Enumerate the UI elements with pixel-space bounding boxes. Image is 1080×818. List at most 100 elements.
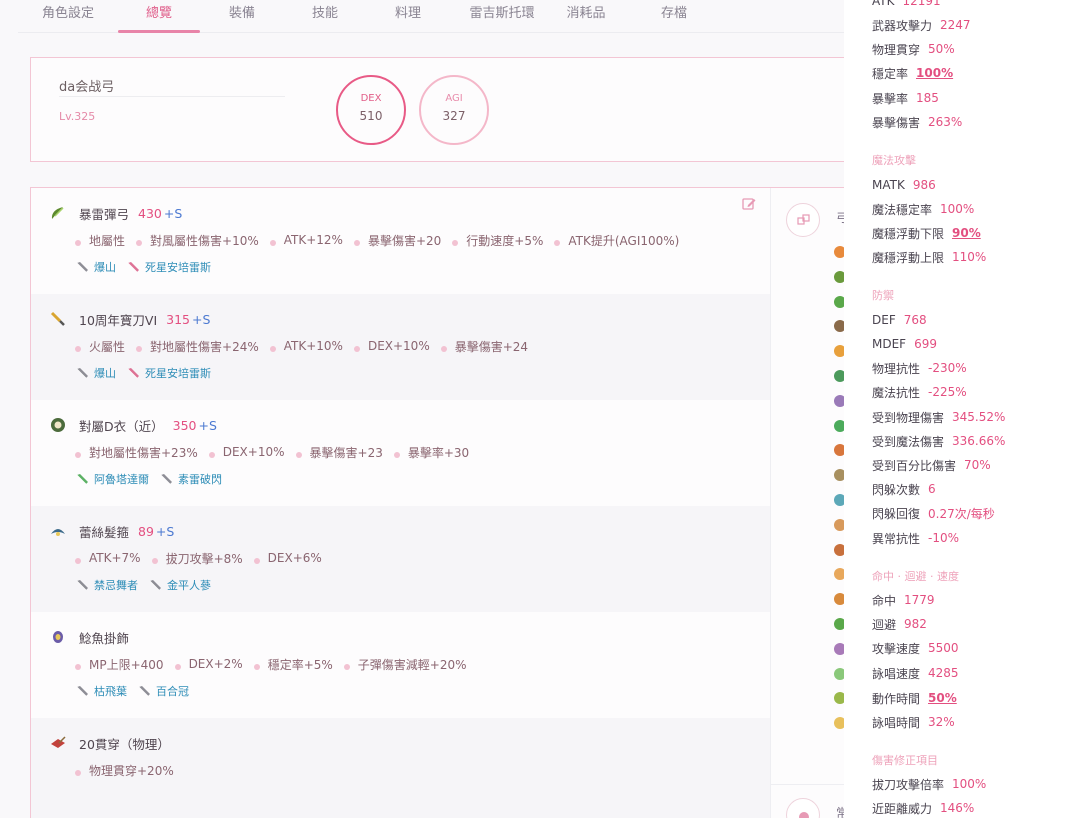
stat-row: 暴擊率 185 [872, 90, 939, 106]
stat-text: 行動速度+5% [466, 233, 544, 248]
crystal-tag[interactable]: 死星安培雷斯 [126, 259, 211, 275]
crystal-icon [76, 474, 88, 485]
stat-key: 穩定率 [872, 66, 909, 81]
stat-key: 攻擊速度 [872, 641, 921, 656]
tab-4[interactable]: 料理 [366, 0, 450, 32]
stat-text: 對地屬性傷害+23% [89, 445, 198, 460]
tab-3[interactable]: 技能 [284, 0, 366, 32]
bullet-dot [452, 240, 459, 246]
stat-key: 迴避 [872, 617, 897, 632]
crystal-tag[interactable]: 爆山 [75, 259, 116, 275]
stat-row: 魔穩浮動上限 110% [872, 249, 986, 265]
equipment-stat: 暴擊傷害+23 [295, 444, 383, 461]
tab-5[interactable]: 雷吉斯托環 [450, 0, 554, 32]
tab-6[interactable]: 消耗品 [554, 0, 618, 32]
stat-value[interactable]: 50% [928, 691, 957, 705]
fish-icon [53, 631, 63, 643]
equipment-item[interactable]: 對屬D衣（近） 350 +S 對地屬性傷害+23% DEX+10% 暴擊傷害+23 暴擊率+… [31, 400, 771, 506]
stat-key: 武器攻擊力 [872, 18, 933, 33]
agi-value: 327 [442, 109, 466, 123]
crystal-tag[interactable]: 阿魯塔達爾 [75, 471, 149, 487]
stat-row: 命中 1779 [872, 592, 935, 608]
stat-row: 攻擊速度 5500 [872, 640, 959, 656]
stat-text: DEX+6% [267, 551, 322, 565]
stat-row: ATK 12191 [872, 0, 941, 9]
tab-1[interactable]: 總覽 [118, 0, 200, 33]
equipment-stat: DEX+6% [253, 551, 322, 565]
tab-0[interactable]: 角色設定 [18, 0, 118, 32]
stat-value: 982 [904, 617, 927, 631]
stat-text: 物理貫穿+20% [89, 763, 174, 778]
stat-value: 100% [940, 202, 975, 216]
equipment-stat: 物理貫穿+20% [75, 762, 174, 779]
bullet-dot [253, 558, 260, 564]
equipment-item[interactable]: 暴雷彈弓 430 +S 地屬性 對風屬性傷害+10% ATK+12% 暴擊傷害+20 行動速度… [31, 188, 771, 294]
equipment-crystals: 禁忌舞者 金平人蔘 [49, 576, 771, 594]
equipment-refine: 350 [172, 417, 197, 433]
crystal-tag[interactable]: 枯飛葉 [75, 683, 127, 699]
stat-text: MP上限+400 [89, 657, 164, 672]
equipment-stat: 對地屬性傷害+24% [136, 338, 259, 355]
hairpin-icon [51, 529, 65, 536]
crystal-tag[interactable]: 死星安培雷斯 [126, 365, 211, 381]
stat-key: 魔法抗性 [872, 385, 921, 400]
crystal-name: 死星安培雷斯 [145, 261, 211, 274]
stat-row: 物理抗性 -230% [872, 360, 967, 376]
crystal-tag[interactable]: 爆山 [75, 365, 116, 381]
equipment-crystals: 阿魯塔達爾 素雷破閃 [49, 470, 771, 488]
apple-icon [799, 812, 809, 818]
stat-value[interactable]: 100% [916, 66, 953, 80]
stat-value[interactable]: 90% [952, 226, 981, 240]
equipment-item[interactable]: 10周年寶刀VI 315 +S 火屬性 對地屬性傷害+24% ATK+10% DEX+10%… [31, 294, 771, 400]
crystal-tag[interactable]: 金平人蔘 [148, 577, 211, 593]
equipment-stat: 暴擊傷害+24 [440, 338, 528, 355]
crystal-tag[interactable]: 百合冠 [137, 683, 189, 699]
nav-tabs: 角色設定 總覽 裝備 技能 料理 雷吉斯托環 消耗品 存檔 [18, 0, 848, 33]
stat-key: 魔法穩定率 [872, 202, 933, 217]
equipment-stat: 行動速度+5% [452, 232, 543, 249]
equipment-stats: 物理貫穿+20% [49, 760, 771, 780]
equipment-title: 暴雷彈弓 430 +S [49, 202, 771, 224]
equipment-slot: +S [163, 205, 183, 221]
stat-row: 拔刀攻擊倍率 100% [872, 776, 986, 792]
crystal-tag[interactable]: 素雷破閃 [159, 471, 222, 487]
stat-value: 70% [964, 458, 991, 472]
crystal-icon [76, 262, 88, 273]
stat-value: 0.27次/每秒 [928, 506, 995, 521]
tab-7[interactable]: 存檔 [618, 0, 730, 32]
stat-value: 110% [952, 250, 987, 264]
bullet-dot [174, 664, 181, 670]
equipment-refine: 89 [138, 523, 154, 539]
equipment-stat: 子彈傷害減輕+20% [343, 656, 467, 673]
stat-value: 1779 [904, 593, 935, 607]
stat-row: MATK 986 [872, 177, 936, 193]
edit-icon[interactable] [741, 196, 757, 212]
stat-key: 拔刀攻擊倍率 [872, 777, 945, 792]
name-underline [59, 96, 285, 97]
crystal-name: 百合冠 [156, 685, 189, 698]
bullet-dot [269, 346, 276, 352]
tab-2[interactable]: 裝備 [200, 0, 284, 32]
equipment-stat: 對地屬性傷害+23% [75, 444, 198, 461]
stat-row: 穩定率 100% [872, 65, 953, 81]
stat-key: 閃躲回復 [872, 506, 921, 521]
crystal-name: 爆山 [94, 367, 116, 380]
equipment-crystals: 爆山 死星安培雷斯 [49, 364, 771, 382]
stat-key: 閃躲次數 [872, 482, 921, 497]
stat-text: 穩定率+5% [267, 657, 333, 672]
equipment-stats: 地屬性 對風屬性傷害+10% ATK+12% 暴擊傷害+20 行動速度+5% ATK提升(… [49, 230, 771, 250]
equipment-item[interactable]: 鯰魚掛飾 MP上限+400 DEX+2% 穩定率+5% 子彈傷害減輕+20% 枯飛葉 百合冠 [31, 612, 771, 718]
stat-row: 異常抗性 -10% [872, 530, 959, 546]
equipment-title: 蕾絲髮箍 89 +S [49, 520, 771, 542]
bullet-dot [208, 452, 215, 458]
stat-text: 暴擊傷害+20 [367, 233, 442, 248]
stat-row: 魔法抗性 -225% [872, 384, 967, 400]
bullet-dot [75, 664, 81, 670]
armor-icon [51, 418, 65, 432]
stat-row: 受到物理傷害 345.52% [872, 409, 1005, 425]
stat-key: 異常抗性 [872, 531, 921, 546]
character-name[interactable]: da会战弓 [59, 76, 114, 95]
equipment-item[interactable]: 20貫穿（物理） 物理貫穿+20% [31, 718, 771, 818]
crystal-tag[interactable]: 禁忌舞者 [75, 577, 138, 593]
equipment-item[interactable]: 蕾絲髮箍 89 +S ATK+7% 拔刀攻擊+8% DEX+6% 禁忌舞者 金平人蔘 [31, 506, 771, 612]
